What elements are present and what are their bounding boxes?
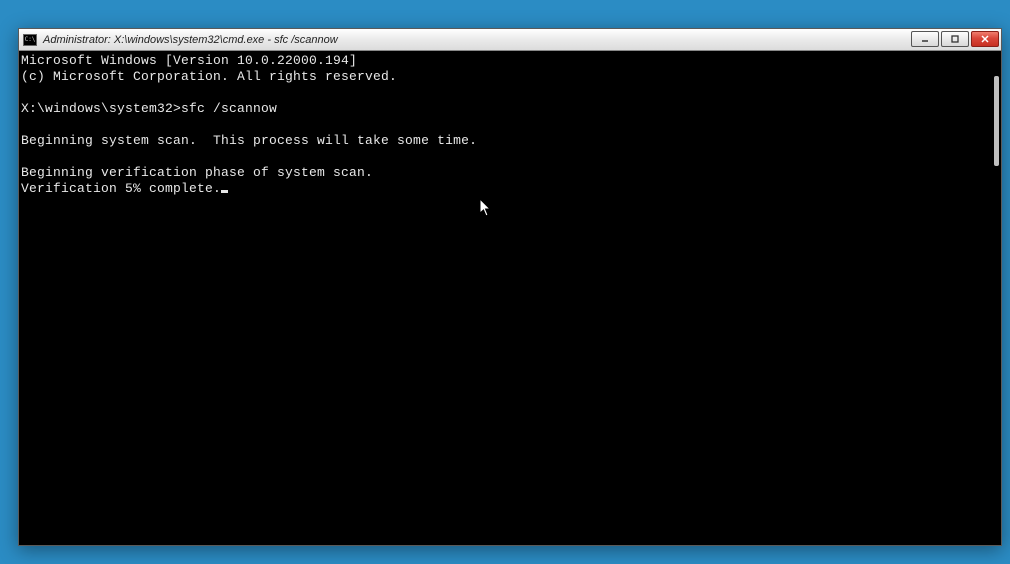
maximize-button[interactable] xyxy=(941,31,969,47)
minimize-button[interactable] xyxy=(911,31,939,47)
output-line: Verification 5% complete. xyxy=(21,181,221,196)
mouse-cursor-icon xyxy=(479,198,493,223)
output-line: (c) Microsoft Corporation. All rights re… xyxy=(21,69,397,84)
window-controls xyxy=(911,31,999,47)
output-line: Beginning system scan. This process will… xyxy=(21,133,477,148)
console-area[interactable]: Microsoft Windows [Version 10.0.22000.19… xyxy=(19,51,1001,545)
text-cursor xyxy=(221,190,228,193)
prompt: X:\windows\system32> xyxy=(21,101,181,116)
window-title: Administrator: X:\windows\system32\cmd.e… xyxy=(43,34,338,46)
cmd-icon xyxy=(23,34,37,46)
cmd-window: Administrator: X:\windows\system32\cmd.e… xyxy=(18,28,1002,546)
output-line: Microsoft Windows [Version 10.0.22000.19… xyxy=(21,53,357,68)
scrollbar-thumb[interactable] xyxy=(994,76,999,166)
console-output: Microsoft Windows [Version 10.0.22000.19… xyxy=(19,51,1001,199)
command-text: sfc /scannow xyxy=(181,101,277,116)
output-line: Beginning verification phase of system s… xyxy=(21,165,373,180)
titlebar[interactable]: Administrator: X:\windows\system32\cmd.e… xyxy=(19,29,1001,51)
close-button[interactable] xyxy=(971,31,999,47)
